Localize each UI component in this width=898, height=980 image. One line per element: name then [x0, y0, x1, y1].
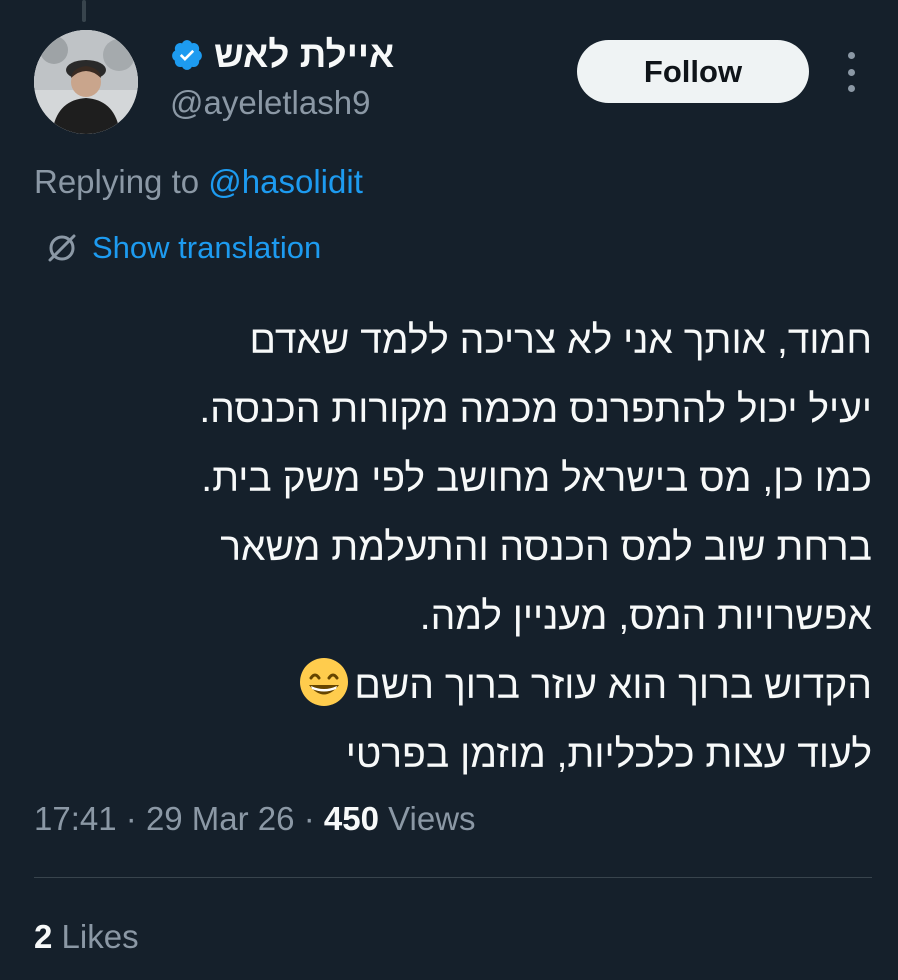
- tweet-line-with-emoji: הקדוש ברוך הוא עוזר ברוך השם: [32, 651, 872, 720]
- verified-badge-icon: [172, 39, 202, 70]
- author-handle[interactable]: @ayeletlash9: [170, 84, 370, 122]
- tweet-line: כמו כן, מס בישראל מחושב לפי משק בית.: [201, 457, 872, 500]
- thread-connector-line: [82, 0, 86, 22]
- more-dot-icon: [847, 68, 855, 76]
- more-dot-icon: [847, 85, 855, 92]
- more-dot-icon: [847, 52, 855, 59]
- author-name-row[interactable]: איילת לאש: [170, 36, 394, 73]
- tweet-line: יעיל יכול להתפרנס מכמה מקורות הכנסה.: [199, 388, 872, 431]
- more-options-icon[interactable]: [838, 52, 864, 92]
- tweet-line: ברחת שוב למס הכנסה והתעלמת משאר: [220, 526, 872, 569]
- tweet-date[interactable]: 29 Mar 26: [146, 800, 295, 837]
- views-count: 450: [323, 800, 379, 837]
- likes-label: Likes: [61, 918, 139, 955]
- meta-separator: ·: [303, 800, 315, 837]
- translate-globe-icon: [48, 234, 76, 262]
- grinning-face-emoji-icon: [300, 658, 349, 706]
- views-label: Views: [388, 800, 476, 837]
- meta-separator: ·: [125, 800, 137, 837]
- tweet-line: חמוד, אותך אני לא צריכה ללמד שאדם: [249, 319, 872, 362]
- avatar-image: [34, 30, 138, 134]
- likes-link[interactable]: 2 Likes: [34, 918, 139, 956]
- author-display-name[interactable]: איילת לאש: [214, 36, 394, 73]
- reply-mention-link[interactable]: @hasolidit: [208, 163, 363, 200]
- tweet-line: לעוד עצות כלכליות, מוזמן בפרטי: [345, 733, 872, 776]
- show-translation-label[interactable]: Show translation: [92, 230, 321, 266]
- replying-to-prefix: Replying to: [34, 163, 200, 200]
- tweet-line: הקדוש ברוך הוא עוזר ברוך השם: [354, 664, 872, 707]
- tweet-line: אפשרויות המס, מעניין למה.: [419, 595, 872, 638]
- tweet-time[interactable]: 17:41: [34, 800, 117, 837]
- follow-button[interactable]: Follow: [577, 40, 809, 103]
- tweet-text: חמוד, אותך אני לא צריכה ללמד שאדם יעיל י…: [32, 306, 872, 789]
- tweet-meta: 17:41 · 29 Mar 26 · 450 Views: [34, 800, 476, 838]
- avatar[interactable]: [34, 30, 138, 134]
- show-translation-button[interactable]: Show translation: [44, 230, 321, 266]
- divider: [34, 877, 872, 878]
- likes-count: 2: [34, 918, 53, 955]
- replying-to: Replying to @hasolidit: [34, 163, 363, 201]
